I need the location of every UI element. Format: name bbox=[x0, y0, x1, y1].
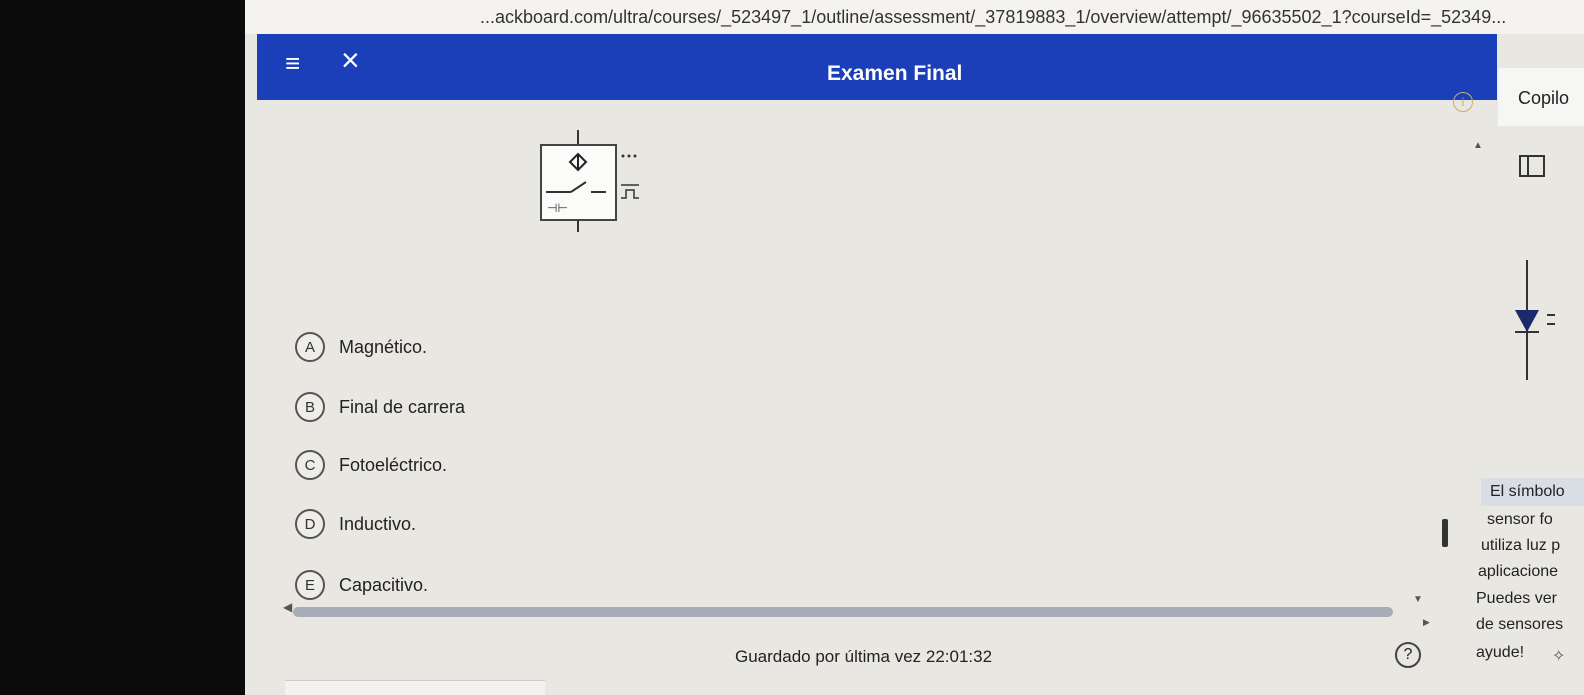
option-label: Final de carrera bbox=[339, 396, 466, 417]
copilot-text-line: utiliza luz p bbox=[1481, 537, 1561, 554]
scroll-right-icon[interactable]: ▶ bbox=[1423, 617, 1430, 628]
option-e[interactable]: E Capacitivo. bbox=[295, 567, 1425, 603]
panel-toggle-icon[interactable] bbox=[1519, 155, 1545, 177]
option-letter-badge: D bbox=[295, 509, 325, 539]
scroll-down-icon[interactable]: ▼ bbox=[1413, 594, 1423, 605]
url-text: ...ackboard.com/ultra/courses/_523497_1/… bbox=[480, 7, 1507, 27]
info-icon[interactable]: i bbox=[1453, 92, 1473, 112]
copilot-text-line: Puedes ver bbox=[1476, 590, 1557, 607]
option-label: Capacitivo. bbox=[339, 574, 429, 595]
option-letter-badge: A bbox=[295, 332, 325, 362]
page-title: Examen Final bbox=[827, 62, 963, 85]
copilot-text-line: sensor fo bbox=[1487, 511, 1553, 528]
saved-status: Guardado por última vez 22:01:32 bbox=[735, 647, 993, 666]
option-letter-badge: B bbox=[295, 392, 325, 422]
taskbar-tab[interactable] bbox=[285, 680, 545, 695]
text-cursor bbox=[1442, 519, 1448, 547]
copilot-text-line: aplicacione bbox=[1478, 563, 1559, 580]
copilot-text-line: de sensores bbox=[1476, 616, 1564, 633]
scroll-left-icon[interactable]: ◀ bbox=[283, 600, 292, 614]
copilot-text-line: ayude! bbox=[1476, 644, 1525, 661]
option-a[interactable]: A Magnético. bbox=[295, 329, 1425, 365]
option-c[interactable]: C Fotoeléctrico. bbox=[295, 447, 1425, 483]
svg-text:⊣⊢: ⊣⊢ bbox=[547, 201, 568, 215]
assessment-header: ≡ × Examen Final bbox=[257, 34, 1497, 100]
option-label: Inductivo. bbox=[339, 513, 417, 534]
horizontal-scrollbar[interactable] bbox=[293, 607, 1393, 617]
option-label: Fotoeléctrico. bbox=[339, 454, 448, 475]
hamburger-icon[interactable]: ≡ bbox=[285, 48, 300, 79]
copilot-tab[interactable]: Copilo bbox=[1498, 68, 1584, 126]
screen: ...ackboard.com/ultra/courses/_523497_1/… bbox=[245, 0, 1584, 695]
option-d[interactable]: D Inductivo. bbox=[295, 506, 1425, 542]
option-b[interactable]: B Final de carrera bbox=[295, 389, 1425, 425]
url-bar[interactable]: ...ackboard.com/ultra/courses/_523497_1/… bbox=[245, 0, 1584, 34]
option-label: Magnético. bbox=[339, 336, 428, 357]
copilot-text-line: El símbolo bbox=[1490, 483, 1565, 500]
close-icon[interactable]: × bbox=[341, 42, 360, 79]
diode-symbol-image bbox=[1515, 260, 1555, 380]
sparkle-icon: ✧ bbox=[1552, 648, 1566, 665]
sensor-symbol-image: ⊣⊢ bbox=[540, 130, 639, 232]
help-icon[interactable]: ? bbox=[1395, 642, 1421, 668]
scroll-up-icon[interactable]: ▲ bbox=[1473, 140, 1483, 151]
option-letter-badge: E bbox=[295, 570, 325, 600]
copilot-label: Copilo bbox=[1518, 88, 1570, 108]
option-letter-badge: C bbox=[295, 450, 325, 480]
